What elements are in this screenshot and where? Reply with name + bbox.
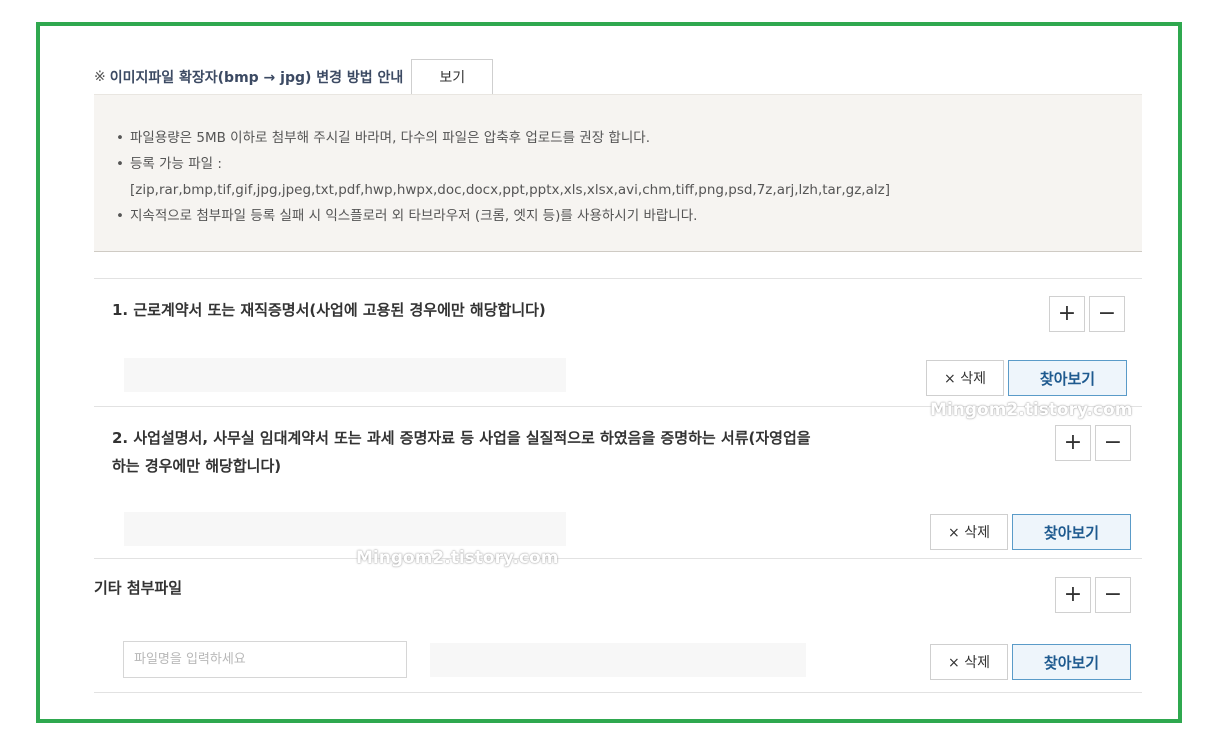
add-file-button[interactable]: + bbox=[1055, 425, 1091, 461]
notice-item: • 파일용량은 5MB 이하로 첨부해 주시길 바라며, 다수의 파일은 압축후… bbox=[116, 125, 1142, 151]
file-description-input[interactable] bbox=[123, 641, 407, 678]
browse-button[interactable]: 찾아보기 bbox=[1008, 360, 1127, 396]
notice-item: • 지속적으로 첨부파일 등록 실패 시 익스플로러 외 타브라우저 (크롬, … bbox=[116, 203, 1142, 229]
browse-button[interactable]: 찾아보기 bbox=[1012, 644, 1131, 680]
file-name-display bbox=[124, 512, 566, 546]
notice-text-extensions: [zip,rar,bmp,tif,gif,jpg,jpeg,txt,pdf,hw… bbox=[130, 182, 890, 198]
browse-button[interactable]: 찾아보기 bbox=[1012, 514, 1131, 550]
file-name-display bbox=[124, 358, 566, 392]
bullet: • bbox=[116, 208, 124, 224]
section-title-line2: 하는 경우에만 해당합니다) bbox=[112, 457, 282, 475]
file-name-display bbox=[430, 643, 806, 677]
remove-file-button[interactable]: − bbox=[1089, 296, 1125, 332]
attachment-panel: ※ 이미지파일 확장자(bmp → jpg) 변경 방법 안내 보기 • 파일용… bbox=[36, 22, 1182, 723]
watermark: Mingom2.tistory.com bbox=[356, 548, 559, 568]
extension-guide-row: ※ 이미지파일 확장자(bmp → jpg) 변경 방법 안내 보기 bbox=[94, 59, 494, 95]
notice-text-allowed: 등록 가능 파일 : bbox=[130, 156, 222, 172]
extension-guide-text: 이미지파일 확장자(bmp → jpg) 변경 방법 안내 bbox=[109, 70, 404, 86]
add-file-button[interactable]: + bbox=[1049, 296, 1085, 332]
notice-text-size: 파일용량은 5MB 이하로 첨부해 주시길 바라며, 다수의 파일은 압축후 업… bbox=[130, 130, 650, 146]
bottom-divider bbox=[94, 692, 1142, 693]
attachment-section-other: 기타 첨부파일 + − × 삭제 찾아보기 bbox=[94, 558, 1142, 692]
remove-file-button[interactable]: − bbox=[1095, 425, 1131, 461]
view-guide-button[interactable]: 보기 bbox=[411, 59, 494, 95]
notice-item: [zip,rar,bmp,tif,gif,jpg,jpeg,txt,pdf,hw… bbox=[116, 177, 1142, 203]
upload-notice-box: • 파일용량은 5MB 이하로 첨부해 주시길 바라며, 다수의 파일은 압축후… bbox=[94, 94, 1142, 252]
attachment-content: ※ 이미지파일 확장자(bmp → jpg) 변경 방법 안내 보기 • 파일용… bbox=[94, 26, 1142, 719]
attachment-section-business: 2. 사업설명서, 사무실 임대계약서 또는 과세 증명자료 등 사업을 실질적… bbox=[94, 406, 1142, 558]
remove-file-button[interactable]: − bbox=[1095, 577, 1131, 613]
add-file-button[interactable]: + bbox=[1055, 577, 1091, 613]
notice-item: • 등록 가능 파일 : bbox=[116, 151, 1142, 177]
delete-button[interactable]: × 삭제 bbox=[930, 514, 1008, 550]
bullet: • bbox=[116, 156, 124, 172]
bullet: • bbox=[116, 130, 124, 146]
notice-text-browser: 지속적으로 첨부파일 등록 실패 시 익스플로러 외 타브라우저 (크롬, 엣지… bbox=[130, 208, 698, 224]
reference-mark: ※ bbox=[94, 69, 106, 85]
delete-button[interactable]: × 삭제 bbox=[930, 644, 1008, 680]
watermark: Mingom2.tistory.com bbox=[930, 400, 1133, 420]
attachment-section-employment: 1. 근로계약서 또는 재직증명서(사업에 고용된 경우에만 해당합니다) + … bbox=[94, 278, 1142, 406]
section-title: 기타 첨부파일 bbox=[94, 579, 183, 597]
section-title-line1: 2. 사업설명서, 사무실 임대계약서 또는 과세 증명자료 등 사업을 실질적… bbox=[112, 429, 811, 447]
delete-button[interactable]: × 삭제 bbox=[926, 360, 1004, 396]
section-title: 1. 근로계약서 또는 재직증명서(사업에 고용된 경우에만 해당합니다) bbox=[112, 301, 546, 319]
